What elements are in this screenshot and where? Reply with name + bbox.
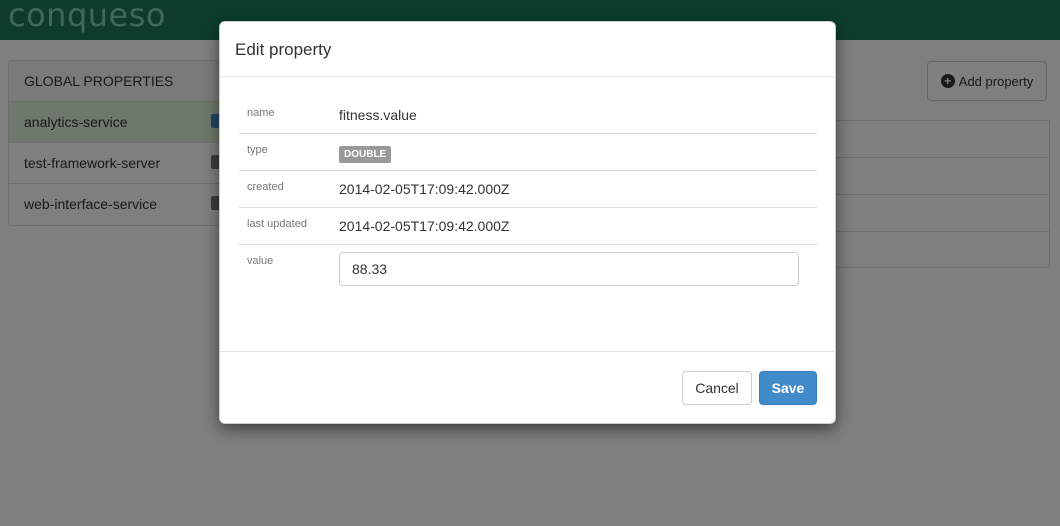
modal-body: name fitness.value type DOUBLE created 2… xyxy=(239,97,817,305)
field-label: value xyxy=(247,255,274,267)
property-row-updated: last updated 2014-02-05T17:09:42.000Z xyxy=(239,208,817,245)
edit-property-modal: Edit property name fitness.value type DO… xyxy=(219,21,836,424)
property-row-created: created 2014-02-05T17:09:42.000Z xyxy=(239,171,817,208)
property-row-value: value xyxy=(239,245,817,305)
field-label: created xyxy=(247,181,284,193)
field-label: last updated xyxy=(247,218,307,230)
cancel-button[interactable]: Cancel xyxy=(682,371,752,405)
created-timestamp: 2014-02-05T17:09:42.000Z xyxy=(339,181,510,197)
modal-header: Edit property xyxy=(220,22,835,77)
value-cell xyxy=(339,245,799,305)
value-input[interactable] xyxy=(339,252,799,286)
field-label: type xyxy=(247,144,268,156)
type-badge: DOUBLE xyxy=(339,146,392,163)
modal-footer: Cancel Save xyxy=(220,351,835,424)
field-label: name xyxy=(247,107,275,119)
property-row-name: name fitness.value xyxy=(239,97,817,134)
save-button[interactable]: Save xyxy=(759,371,817,405)
updated-timestamp: 2014-02-05T17:09:42.000Z xyxy=(339,218,510,234)
property-type-cell: DOUBLE xyxy=(339,134,392,170)
modal-title: Edit property xyxy=(235,40,332,59)
property-name-value: fitness.value xyxy=(339,107,417,123)
property-row-type: type DOUBLE xyxy=(239,134,817,171)
